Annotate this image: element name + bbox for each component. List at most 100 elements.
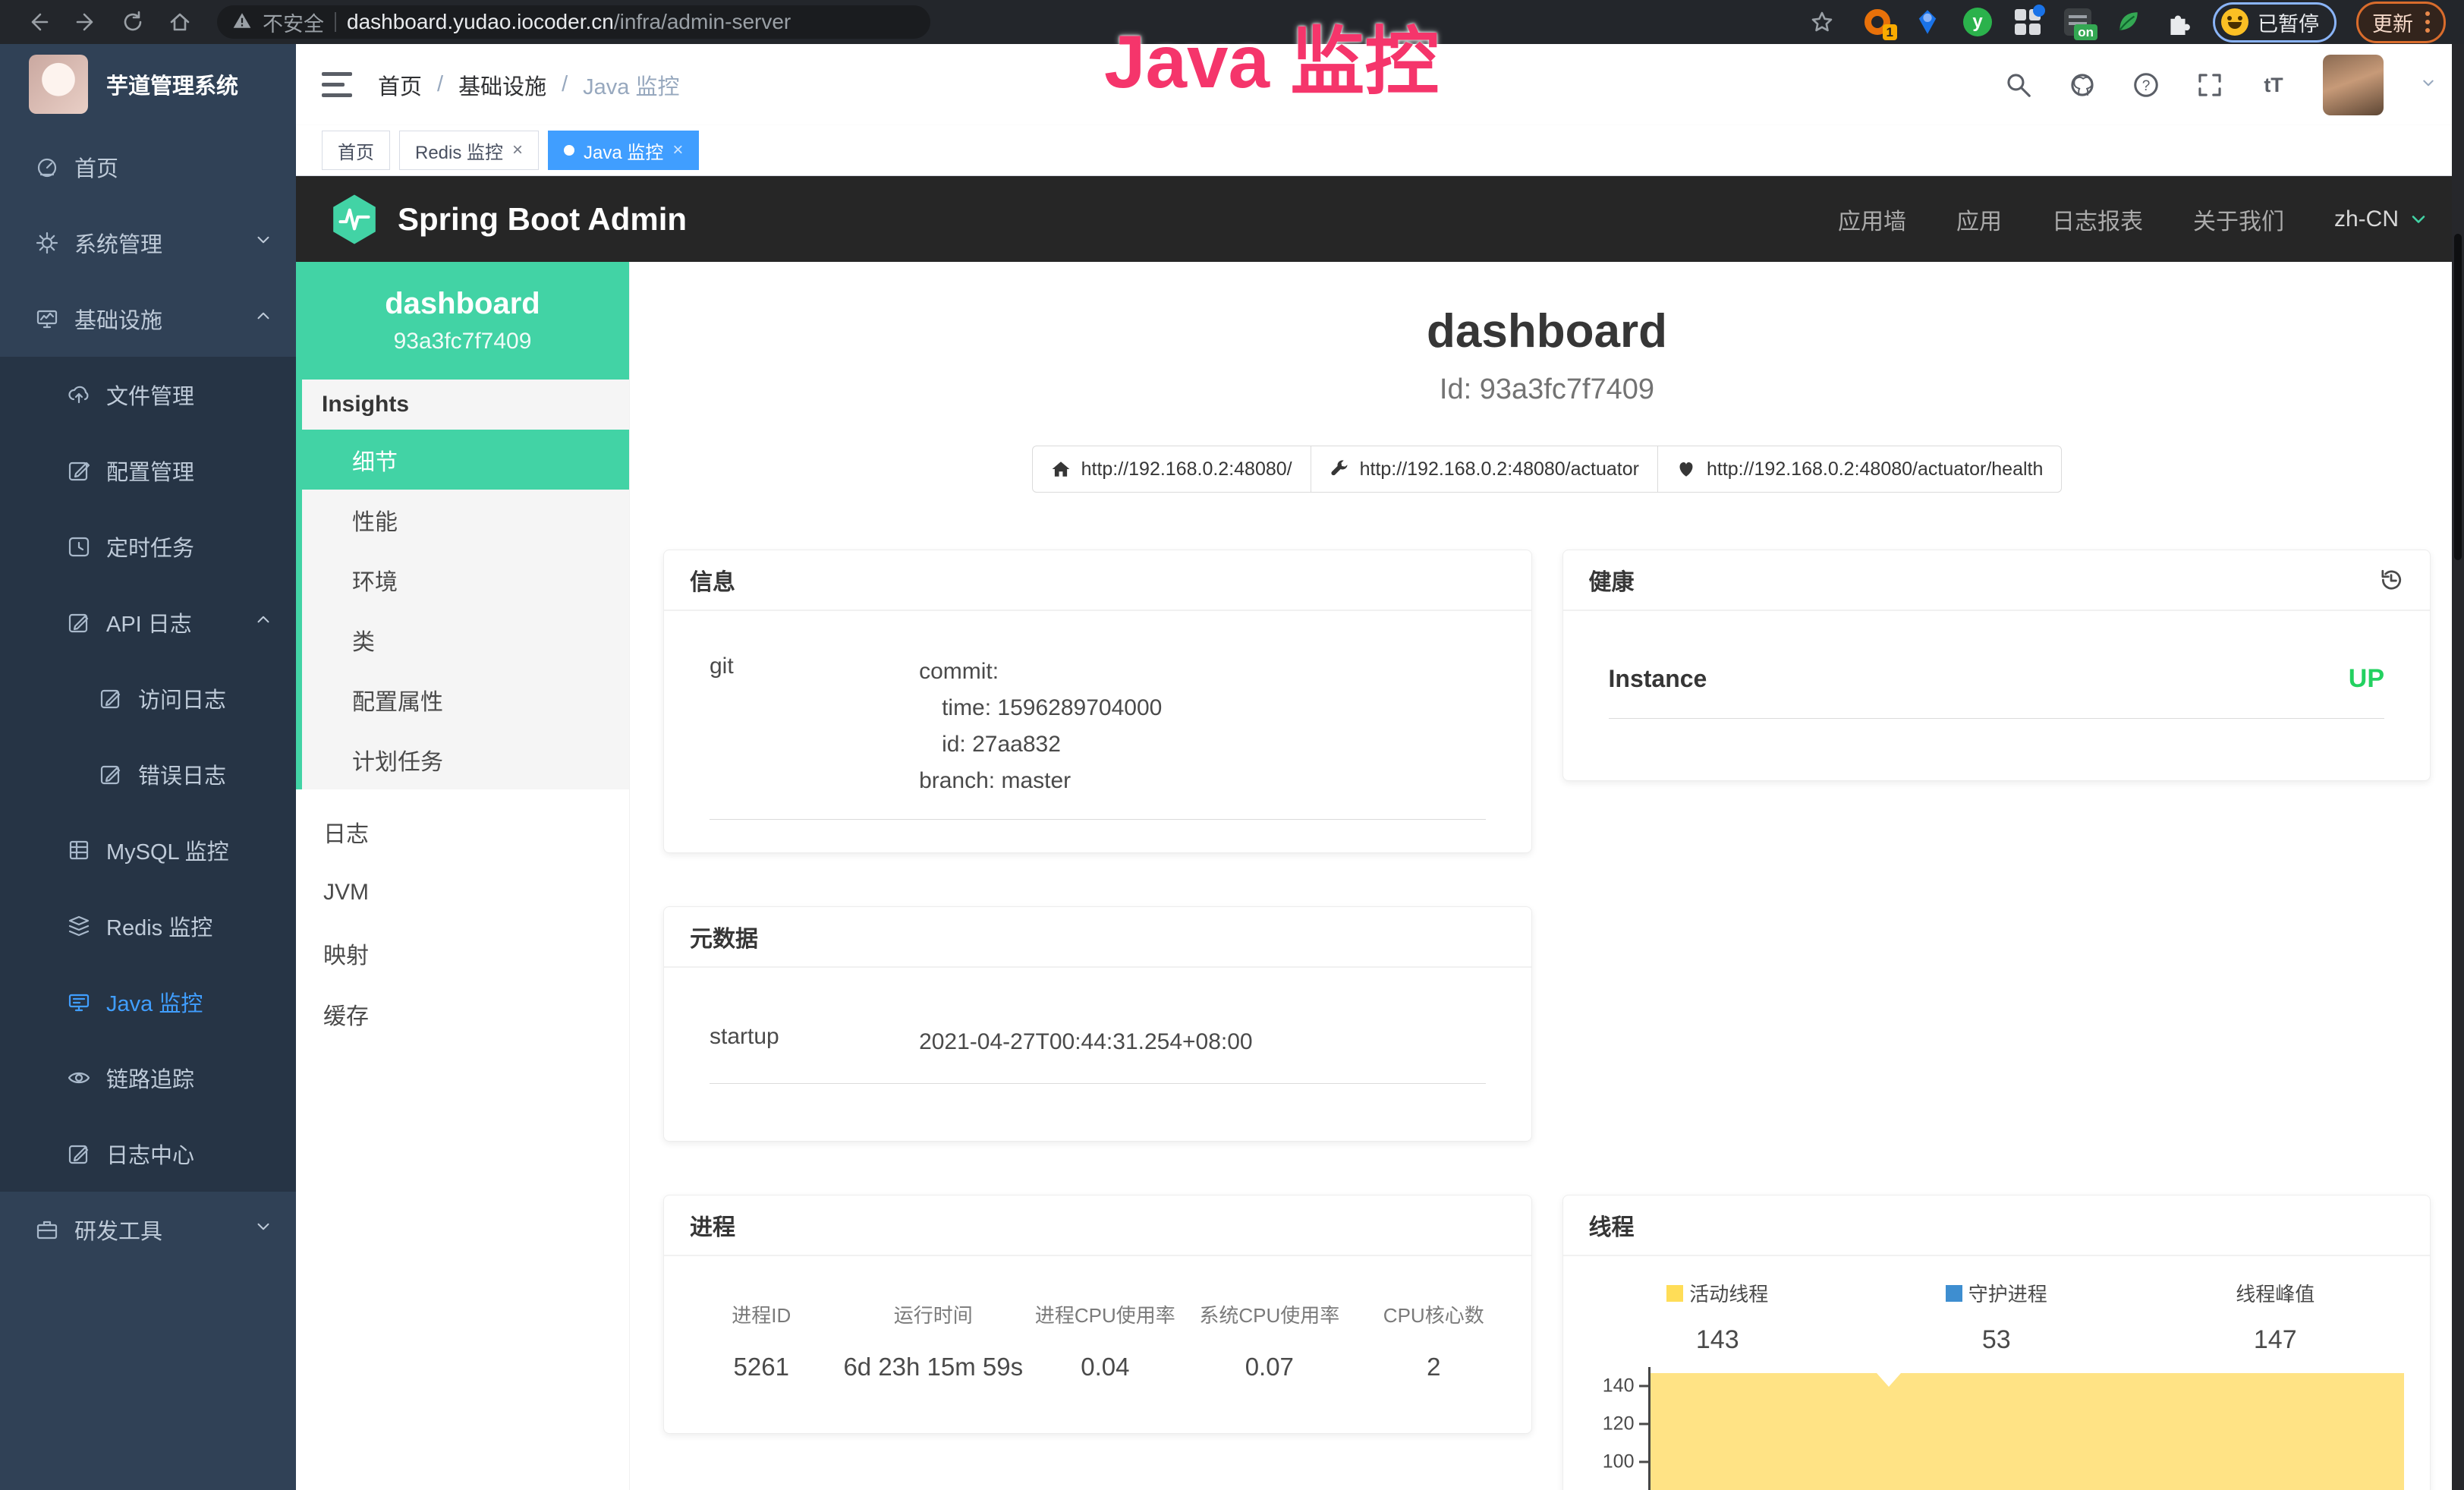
- paused-chip-label: 已暂停: [2258, 8, 2319, 37]
- sba-logo-icon: [331, 194, 378, 245]
- sidebar-item-file-management[interactable]: 文件管理: [0, 357, 296, 433]
- sba-nav-logs[interactable]: 日志: [296, 802, 629, 862]
- fullscreen-icon[interactable]: [2195, 71, 2224, 99]
- page-url[interactable]: dashboard.yudao.iocoder.cn/infra/admin-s…: [347, 10, 791, 34]
- extension-grid[interactable]: [2012, 7, 2043, 37]
- sba-nav-applications[interactable]: 应用: [1956, 203, 2002, 236]
- update-button[interactable]: 更新: [2356, 2, 2446, 43]
- pin-icon: [1914, 8, 1941, 36]
- active-tab-dot: [564, 145, 574, 156]
- sidebar-item-java-monitor[interactable]: Java 监控: [0, 964, 296, 1040]
- sba-locale-select[interactable]: zh-CN: [2334, 206, 2429, 232]
- home-icon: [1051, 459, 1071, 479]
- paused-chip[interactable]: 已暂停: [2213, 2, 2337, 43]
- sidebar-item-dev-tools[interactable]: 研发工具: [0, 1192, 296, 1268]
- hamburger-icon[interactable]: [322, 72, 352, 97]
- sba-nav-metrics[interactable]: 性能: [302, 490, 629, 550]
- y-circle-icon: y: [1963, 8, 1992, 36]
- extension-leaf[interactable]: [2113, 7, 2143, 37]
- chevron-down-icon: [253, 230, 273, 256]
- sba-instance-header[interactable]: dashboard 93a3fc7f7409: [296, 262, 629, 380]
- sba-nav-wall[interactable]: 应用墙: [1838, 203, 1906, 236]
- github-icon[interactable]: [2068, 71, 2097, 99]
- user-avatar[interactable]: [2323, 55, 2384, 115]
- star-icon: [1810, 10, 1834, 34]
- health-instance-row: Instance UP: [1609, 664, 2385, 719]
- sidebar-item-scheduled-jobs[interactable]: 定时任务: [0, 509, 296, 584]
- sidebar-item-log-center[interactable]: 日志中心: [0, 1116, 296, 1192]
- font-size-icon[interactable]: tT: [2259, 71, 2288, 99]
- help-icon[interactable]: ?: [2132, 71, 2160, 99]
- gear-icon: [35, 231, 59, 255]
- sba-nav-config-props[interactable]: 配置属性: [302, 669, 629, 729]
- sidebar-item-access-logs[interactable]: 访问日志: [0, 660, 296, 736]
- tab-home[interactable]: 首页: [322, 131, 390, 170]
- chevron-up-icon: [253, 610, 273, 635]
- sidebar-item-home[interactable]: 首页: [0, 129, 296, 205]
- extension-y-circle[interactable]: y: [1962, 7, 1993, 37]
- browser-back-button[interactable]: [18, 2, 59, 43]
- sba-nav-environment[interactable]: 环境: [302, 550, 629, 610]
- threads-chart: 140 120 100: [1563, 1367, 2405, 1490]
- stat-live-threads: 活动线程 143: [1578, 1279, 1858, 1355]
- sba-nav-scheduled-tasks[interactable]: 计划任务: [302, 729, 629, 789]
- sidebar-item-mysql-monitor[interactable]: MySQL 监控: [0, 812, 296, 888]
- scrollbar-thumb[interactable]: [2454, 234, 2462, 560]
- sidebar-item-infrastructure[interactable]: 基础设施: [0, 281, 296, 357]
- extension-switch[interactable]: on: [2063, 7, 2093, 37]
- sba-sidebar: dashboard 93a3fc7f7409 Insights 细节 性能 环境…: [296, 262, 630, 1490]
- chevron-down-icon: [2408, 209, 2429, 230]
- sba-nav-mappings[interactable]: 映射: [296, 923, 629, 984]
- sidebar-item-error-logs[interactable]: 错误日志: [0, 736, 296, 812]
- close-icon[interactable]: ×: [512, 140, 523, 161]
- bookmark-star-button[interactable]: [1802, 2, 1842, 43]
- live-threads-area-series: [1651, 1373, 2405, 1490]
- sidebar-item-config-management[interactable]: 配置管理: [0, 433, 296, 509]
- sidebar-item-api-logs[interactable]: API 日志: [0, 584, 296, 660]
- sba-nav-jvm[interactable]: JVM: [296, 862, 629, 923]
- extensions-puzzle-button[interactable]: [2163, 7, 2193, 37]
- extension-colorzilla[interactable]: 1: [1862, 7, 1893, 37]
- stat-peak-threads: 线程峰值 147: [2136, 1279, 2415, 1355]
- database-icon: [67, 838, 91, 862]
- tab-java-monitor[interactable]: Java 监控×: [548, 131, 699, 170]
- stat-pid: 进程ID5261: [679, 1300, 843, 1381]
- extension-pin[interactable]: [1912, 7, 1943, 37]
- browser-home-button[interactable]: [159, 2, 200, 43]
- breadcrumb-home[interactable]: 首页: [378, 69, 422, 101]
- sidebar-item-tracing[interactable]: 链路追踪: [0, 1040, 296, 1116]
- screen: 不安全 dashboard.yudao.iocoder.cn/infra/adm…: [0, 0, 2464, 1490]
- sidebar-item-redis-monitor[interactable]: Redis 监控: [0, 888, 296, 964]
- metadata-startup-row: startup 2021-04-27T00:44:31.254+08:00: [710, 1024, 1486, 1084]
- caret-down-icon[interactable]: [2418, 73, 2438, 96]
- legend-live-threads-swatch: [1666, 1285, 1683, 1302]
- breadcrumb-infrastructure[interactable]: 基础设施: [458, 69, 546, 101]
- threads-card: 线程 活动线程 143 守护进程 53: [1562, 1195, 2431, 1490]
- page-scrollbar[interactable]: [2452, 44, 2464, 1490]
- extension-count-badge: 1: [1883, 24, 1897, 40]
- sba-nav-classes[interactable]: 类: [302, 610, 629, 669]
- address-bar[interactable]: 不安全 dashboard.yudao.iocoder.cn/infra/adm…: [217, 5, 930, 39]
- not-secure-warning-icon: [232, 11, 252, 34]
- search-icon[interactable]: [2004, 71, 2033, 99]
- security-label[interactable]: 不安全: [263, 8, 324, 37]
- browser-forward-button[interactable]: [65, 2, 106, 43]
- kebab-menu-icon[interactable]: [2425, 11, 2430, 33]
- home-icon: [168, 10, 192, 34]
- sidebar-item-system-management[interactable]: 系统管理: [0, 205, 296, 281]
- close-icon[interactable]: ×: [672, 140, 683, 161]
- history-icon[interactable]: [2378, 567, 2404, 593]
- instance-actuator-link[interactable]: http://192.168.0.2:48080/actuator: [1311, 446, 1658, 493]
- infrastructure-icon: [35, 307, 59, 331]
- instance-home-link[interactable]: http://192.168.0.2:48080/: [1032, 446, 1311, 493]
- stat-uptime: 运行时间6d 23h 15m 59s: [843, 1300, 1023, 1381]
- tab-redis-monitor[interactable]: Redis 监控×: [399, 131, 539, 170]
- sba-nav-caches[interactable]: 缓存: [296, 984, 629, 1044]
- sba-nav-journal[interactable]: 日志报表: [2052, 203, 2143, 236]
- wrench-icon: [1330, 459, 1349, 479]
- sba-nav-about[interactable]: 关于我们: [2193, 203, 2284, 236]
- browser-reload-button[interactable]: [112, 2, 153, 43]
- timer-icon: [67, 534, 91, 559]
- sba-nav-details[interactable]: 细节: [296, 430, 629, 490]
- instance-health-link[interactable]: http://192.168.0.2:48080/actuator/health: [1657, 446, 2062, 493]
